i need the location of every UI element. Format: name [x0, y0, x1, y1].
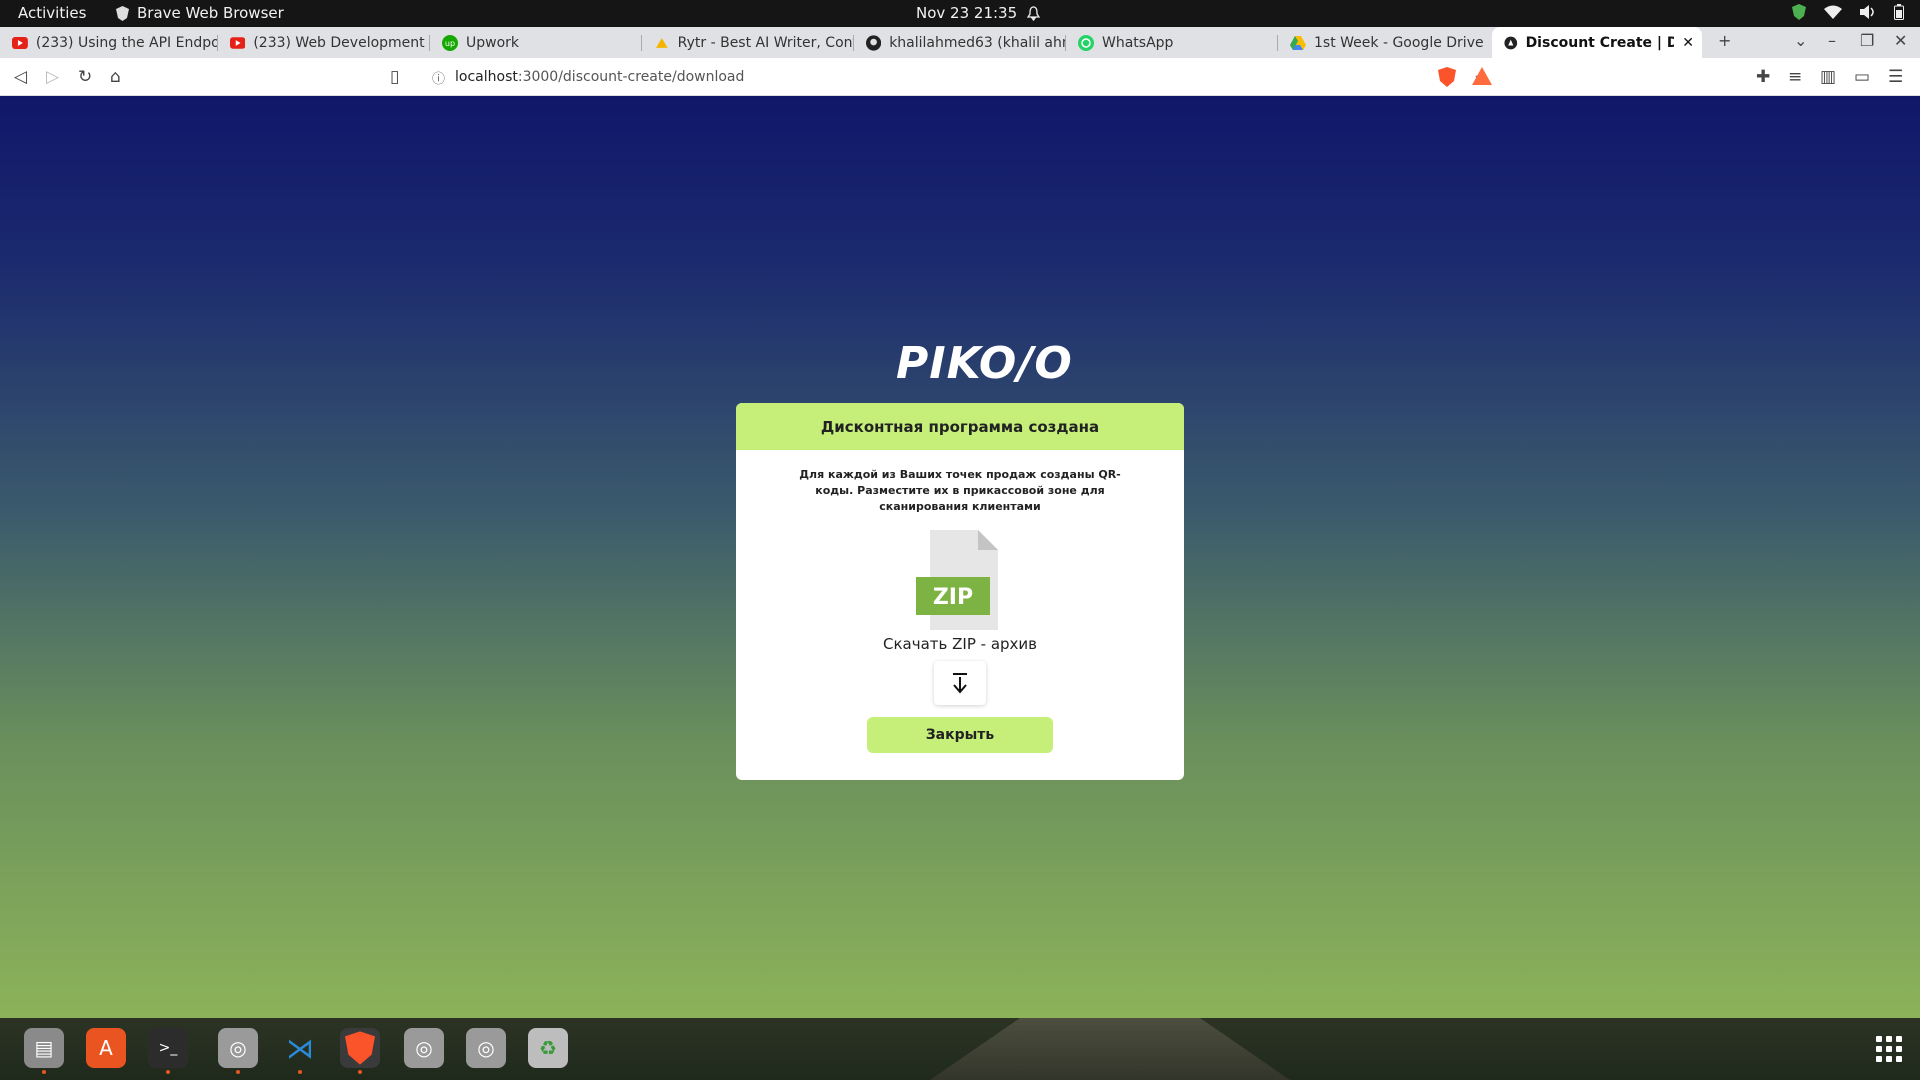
menu-icon[interactable]: ☰: [1888, 67, 1903, 87]
rytr-icon: [655, 37, 668, 48]
volume-icon: [1860, 5, 1874, 19]
tab-title: Rytr - Best AI Writer, Cont: [677, 34, 854, 51]
zip-file-icon: ZIP: [916, 530, 998, 630]
upwork-icon: up: [442, 34, 458, 51]
download-label: Скачать ZIP - архив: [883, 635, 1037, 653]
show-apps-icon[interactable]: [1876, 1036, 1902, 1062]
tab-youtube-webdev[interactable]: (233) Web Development T: [218, 27, 430, 58]
brave-dock-icon[interactable]: [340, 1028, 380, 1074]
software-center-icon[interactable]: A: [86, 1028, 126, 1068]
shield-icon: [1792, 4, 1806, 20]
app-name: Brave Web Browser: [137, 4, 284, 22]
whatsapp-icon: [1078, 34, 1094, 51]
piko-logo: PIKO/O: [896, 338, 1073, 389]
disk-icon-2[interactable]: ◎: [404, 1028, 444, 1068]
wallpaper-path: [930, 1018, 1290, 1080]
brave-shields-icon[interactable]: [1438, 67, 1456, 92]
tab-title: 1st Week - Google Drive: [1314, 34, 1484, 51]
disk-icon-3[interactable]: ◎: [466, 1028, 506, 1068]
sidebar-icon[interactable]: ▥: [1820, 67, 1836, 87]
google-drive-icon: [1290, 35, 1306, 50]
tab-youtube-api[interactable]: (233) Using the API Endpo: [0, 27, 218, 58]
zip-badge: ZIP: [933, 585, 973, 610]
wallet-icon[interactable]: ▭: [1854, 67, 1870, 87]
terminal-icon[interactable]: >_: [148, 1028, 188, 1074]
download-modal: Дисконтная программа создана Для каждой …: [736, 403, 1184, 780]
back-icon[interactable]: ◁: [14, 67, 27, 87]
reload-icon[interactable]: ↻: [78, 67, 92, 87]
vscode-icon[interactable]: ⋊: [280, 1028, 320, 1074]
tab-github[interactable]: khalilahmed63 (khalil ahm: [854, 27, 1066, 58]
dock: ▤ A >_ ◎ ⋊ ◎ ◎ ♻: [0, 1018, 1920, 1080]
trash-icon[interactable]: ♻: [528, 1028, 568, 1068]
tab-discount-create[interactable]: Discount Create | Dow ✕: [1492, 27, 1702, 58]
disk-icon[interactable]: ◎: [218, 1028, 258, 1074]
youtube-icon: [230, 36, 246, 49]
extensions-icon[interactable]: ✚: [1756, 67, 1770, 87]
battery-icon: [1894, 4, 1904, 20]
browser-toolbar: ◁ ▷ ↻ ⌂ ▯ ⓘ localhost:3000/discount-crea…: [0, 58, 1920, 96]
github-icon: [866, 34, 882, 51]
tab-title: (233) Using the API Endpo: [35, 34, 218, 51]
modal-header: Дисконтная программа создана: [736, 403, 1184, 450]
new-tab-icon[interactable]: +: [1718, 31, 1731, 50]
address-bar[interactable]: ⓘ localhost:3000/discount-create/downloa…: [420, 62, 1500, 92]
minimize-icon[interactable]: –: [1828, 31, 1836, 50]
close-tab-icon[interactable]: ✕: [1682, 35, 1694, 51]
clock-text: Nov 23 21:35: [916, 4, 1018, 22]
forward-icon[interactable]: ▷: [46, 67, 59, 87]
url-host: localhost: [455, 69, 518, 85]
activities-button[interactable]: Activities: [18, 4, 86, 22]
brave-rewards-icon[interactable]: [1472, 67, 1492, 90]
bell-icon: [1027, 5, 1041, 21]
page-content: PIKO/O Дисконтная программа создана Для …: [0, 96, 1920, 1018]
info-icon[interactable]: ⓘ: [432, 68, 445, 87]
tab-strip: (233) Using the API Endpo (233) Web Deve…: [0, 27, 1920, 58]
url-path: :3000/discount-create/download: [517, 69, 745, 85]
home-icon[interactable]: ⌂: [110, 67, 121, 87]
system-tray[interactable]: [1792, 4, 1904, 20]
app-menu[interactable]: Brave Web Browser: [116, 4, 284, 22]
system-top-bar: Activities Brave Web Browser Nov 23 21:3…: [0, 0, 1920, 27]
youtube-icon: [12, 36, 28, 49]
tab-title: Upwork: [466, 34, 520, 51]
tab-whatsapp[interactable]: WhatsApp: [1066, 27, 1278, 58]
close-window-icon[interactable]: ✕: [1894, 31, 1907, 50]
clock[interactable]: Nov 23 21:35: [916, 4, 1041, 22]
page-icon: [1504, 36, 1518, 49]
download-arrow-icon: [953, 673, 967, 694]
bookmark-icon[interactable]: ▯: [390, 67, 399, 87]
playlist-icon[interactable]: ≡: [1788, 67, 1802, 87]
brave-icon: [116, 5, 129, 21]
close-button[interactable]: Закрыть: [867, 717, 1053, 753]
tab-title: (233) Web Development T: [253, 34, 430, 51]
tab-list-chevron-icon[interactable]: ⌄: [1794, 31, 1807, 50]
tab-title: Discount Create | Dow: [1525, 34, 1675, 51]
tab-title: WhatsApp: [1102, 34, 1174, 51]
restore-icon[interactable]: ❐: [1860, 31, 1874, 50]
tab-upwork[interactable]: up Upwork: [430, 27, 642, 58]
tab-rytr[interactable]: Rytr - Best AI Writer, Cont: [642, 27, 854, 58]
tab-google-drive[interactable]: 1st Week - Google Drive: [1278, 27, 1490, 58]
svg-text:up: up: [445, 39, 455, 48]
tab-title: khalilahmed63 (khalil ahm: [889, 34, 1066, 51]
modal-description: Для каждой из Ваших точек продаж созданы…: [799, 468, 1121, 513]
files-icon[interactable]: ▤: [24, 1028, 64, 1074]
download-button[interactable]: [934, 661, 986, 705]
wifi-icon: [1824, 5, 1842, 19]
